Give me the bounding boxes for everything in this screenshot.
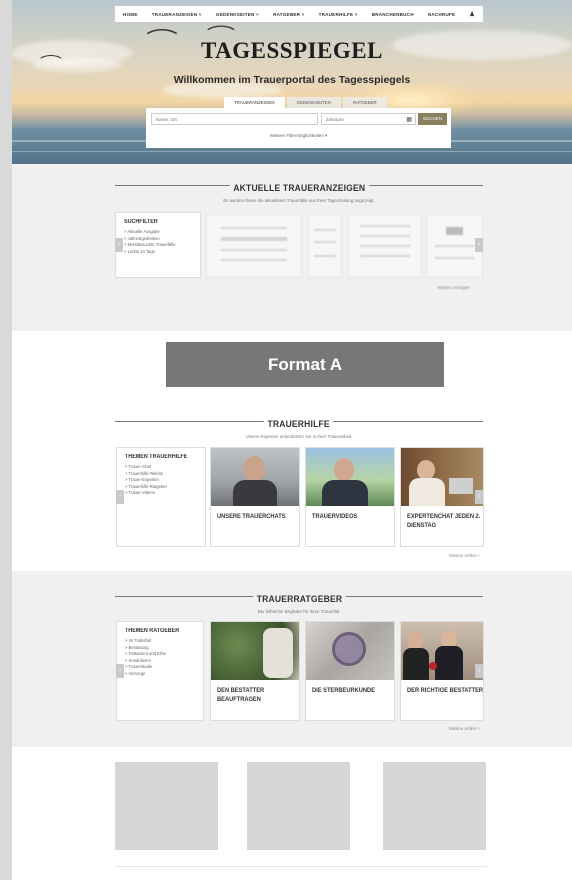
search-button[interactable]: SUCHEN	[418, 113, 447, 125]
article-title: DEN BESTATTER BEAUFTRAGEN	[217, 687, 265, 703]
tab-ratgeber[interactable]: RATGEBER	[342, 97, 387, 108]
section-traueranzeigen: AKTUELLE TRAUERANZEIGEN Es werden Ihnen …	[12, 164, 572, 331]
more-articles-link[interactable]: Weitere Artikel >	[449, 726, 480, 731]
format-a-banner: Format A	[166, 342, 444, 387]
themen-title: THEMEN RATGEBER	[125, 628, 180, 634]
nav-item-home[interactable]: HOME	[123, 12, 138, 17]
nav-item-branchenbuch[interactable]: BRANCHENBUCH	[372, 12, 414, 17]
ad-placeholder[interactable]	[383, 762, 486, 850]
carousel-prev-arrow[interactable]: ‹	[116, 490, 124, 504]
article-card[interactable]: DEN BESTATTER BEAUFTRAGEN	[210, 621, 300, 721]
obituary-card[interactable]	[206, 214, 302, 278]
suchfilter-title: SUCHFILTER	[124, 219, 158, 225]
section-trauerratgeber: TRAUERRATGEBER Der hilfreiche Begleiter …	[12, 571, 572, 747]
carousel-prev-arrow[interactable]: ‹	[115, 238, 123, 252]
section-subtitle: Unsere Experten unterstützen Sie in Ihre…	[245, 434, 353, 439]
section-heading: AKTUELLE TRAUERANZEIGEN Es werden Ihnen …	[115, 178, 483, 203]
more-articles-link[interactable]: Weitere Artikel >	[449, 553, 480, 558]
more-obituaries-link[interactable]: Weitere Anzeigen	[437, 285, 470, 290]
section-subtitle: Der hilfreiche Begleiter für Ihren Traue…	[257, 609, 341, 614]
carousel-next-arrow[interactable]: ›	[475, 490, 483, 504]
filter-link[interactable]: > Letzte 14 Tage	[124, 249, 192, 256]
themen-ratgeber-box: THEMEN RATGEBER > Im Todesfall > Bestatt…	[116, 621, 204, 721]
themen-title: THEMEN TRAUERHILFE	[125, 454, 188, 460]
article-title: DIE STERBEURKUNDE	[312, 687, 375, 694]
period-input[interactable]: Zeitraum ▦	[321, 113, 416, 125]
site-logo[interactable]: TAGESSPIEGEL	[12, 38, 572, 64]
search-tabs: TRAUERANZEIGEN GEDENKSEITEN RATGEBER	[224, 97, 387, 108]
article-image	[401, 448, 483, 506]
section-heading: TRAUERHILFE Unsere Experten unterstützen…	[115, 414, 483, 439]
article-image	[211, 622, 299, 680]
suchfilter-box: SUCHFILTER > Aktuelle Ausgabe > Jahrestg…	[115, 212, 201, 278]
carousel-next-arrow[interactable]: ›	[475, 664, 483, 678]
article-card[interactable]: DIE STERBEURKUNDE	[305, 621, 395, 721]
article-image	[401, 622, 483, 680]
welcome-heading: Willkommen im Trauerportal des Tagesspie…	[173, 74, 411, 86]
ad-placeholder[interactable]	[247, 762, 350, 850]
section-title: AKTUELLE TRAUERANZEIGEN	[229, 183, 369, 194]
article-image	[211, 448, 299, 506]
topic-link[interactable]: > Trauer-Videos	[125, 490, 197, 497]
nav-item-nachrufe[interactable]: NACHRUFE	[428, 12, 455, 17]
nav-item-traueranzeigen[interactable]: TRAUERANZEIGEN ˅	[152, 12, 202, 17]
article-title: DER RICHTIGE BESTATTER	[407, 687, 484, 694]
article-image	[306, 448, 394, 506]
article-card[interactable]: UNSERE TRAUERCHATS	[210, 447, 300, 547]
section-subtitle: Es werden Ihnen die aktuellsten Trauerfä…	[223, 198, 375, 203]
article-image	[306, 622, 394, 680]
section-title: TRAUERRATGEBER	[252, 594, 346, 605]
article-title: EXPERTENCHAT JEDEN 2. DIENSTAG	[407, 513, 481, 529]
search-panel: Name, Ort Zeitraum ▦ SUCHEN Weitere Filt…	[146, 108, 451, 148]
main-navigation: HOME TRAUERANZEIGEN ˅ GEDENKSEITEN ˅ RAT…	[115, 6, 483, 22]
section-title: TRAUERHILFE	[264, 419, 334, 430]
page: ⌒ ⌒ ⌒ ⌒ HOME TRAUERANZEIGEN ˅ GEDENKSEIT…	[12, 0, 572, 880]
ad-placeholder[interactable]	[115, 762, 218, 850]
topic-link[interactable]: > Vorsorge	[125, 671, 195, 678]
tab-traueranzeigen[interactable]: TRAUERANZEIGEN	[224, 97, 285, 108]
article-title: UNSERE TRAUERCHATS	[217, 513, 286, 520]
hero-banner: ⌒ ⌒ ⌒ ⌒ HOME TRAUERANZEIGEN ˅ GEDENKSEIT…	[12, 0, 572, 164]
nav-item-gedenkseiten[interactable]: GEDENKSEITEN ˅	[216, 12, 259, 17]
article-card[interactable]: DER RICHTIGE BESTATTER	[400, 621, 484, 721]
tab-gedenkseiten[interactable]: GEDENKSEITEN	[286, 97, 341, 108]
divider	[115, 866, 487, 867]
obituary-card[interactable]	[348, 214, 422, 278]
nav-item-trauerhilfe[interactable]: TRAUERHILFE ˅	[319, 12, 358, 17]
themen-trauerhilfe-box: THEMEN TRAUERHILFE > Trauer-Chat > Traue…	[116, 447, 206, 547]
nav-item-ratgeber[interactable]: RATGEBER ˅	[273, 12, 304, 17]
article-title: TRAUERVIDEOS	[312, 513, 358, 520]
calendar-icon[interactable]: ▦	[406, 116, 412, 123]
more-filter-options-link[interactable]: Weitere Filtermöglichkeiten ▾	[146, 133, 451, 139]
name-location-input[interactable]: Name, Ort	[151, 113, 318, 125]
section-heading: TRAUERRATGEBER Der hilfreiche Begleiter …	[115, 589, 483, 614]
carousel-next-arrow[interactable]: ›	[475, 238, 483, 252]
obituary-card[interactable]	[308, 214, 342, 278]
article-card[interactable]: TRAUERVIDEOS	[305, 447, 395, 547]
article-card[interactable]: EXPERTENCHAT JEDEN 2. DIENSTAG	[400, 447, 484, 547]
carousel-prev-arrow[interactable]: ‹	[116, 664, 124, 678]
user-icon[interactable]: ♟	[469, 11, 475, 18]
